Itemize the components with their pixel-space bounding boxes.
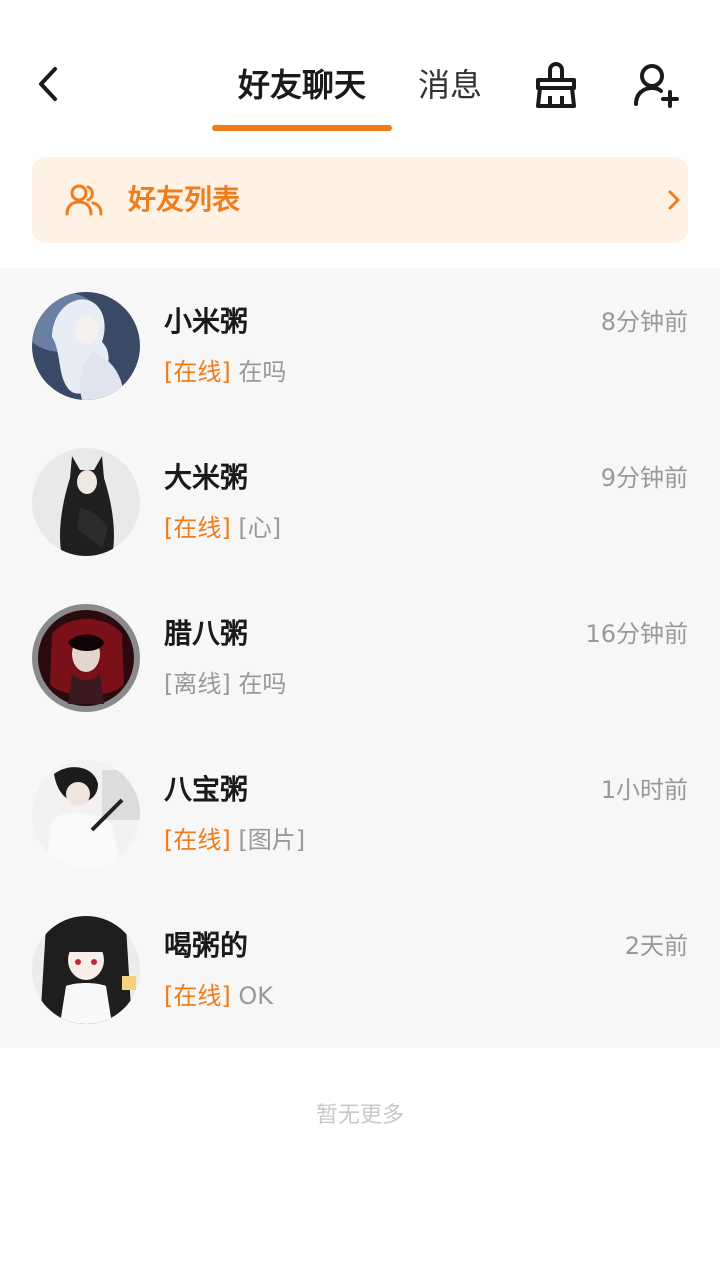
chat-list: 小米粥 8分钟前 [在线] 在吗 大米粥 9分钟前 [在线] [心] 腊八粥 1… (0, 268, 720, 1048)
online-status: [在线] (164, 514, 231, 542)
last-message: [图片] (238, 826, 306, 854)
chat-item[interactable]: 大米粥 9分钟前 [在线] [心] (0, 424, 720, 580)
last-message: 在吗 (238, 670, 287, 698)
avatar (32, 916, 140, 1024)
tab-messages[interactable]: 消息 (418, 60, 482, 110)
chevron-right-icon (668, 190, 680, 210)
last-message: [心] (238, 514, 282, 542)
chat-name: 腊八粥 (164, 617, 249, 650)
add-user-icon (634, 64, 679, 108)
chat-item[interactable]: 小米粥 8分钟前 [在线] 在吗 (0, 268, 720, 424)
active-tab-indicator (212, 125, 392, 131)
friend-list-banner[interactable]: 好友列表 (32, 157, 688, 243)
offline-status: [离线] (164, 670, 231, 698)
chat-preview: [在线] OK (164, 976, 273, 1016)
chat-name: 喝粥的 (164, 929, 249, 962)
chat-name: 八宝粥 (164, 773, 249, 806)
online-status: [在线] (164, 826, 231, 854)
chat-item[interactable]: 喝粥的 2天前 [在线] OK (0, 892, 720, 1048)
friend-list-label: 好友列表 (128, 183, 241, 216)
last-message: OK (238, 982, 274, 1010)
online-status: [在线] (164, 982, 231, 1010)
avatar (32, 760, 140, 868)
online-status: [在线] (164, 358, 231, 386)
back-button[interactable] (28, 62, 68, 106)
chat-time: 16分钟前 (585, 620, 688, 648)
chevron-left-icon (39, 67, 57, 101)
add-friend-button[interactable] (628, 58, 684, 114)
avatar (32, 604, 140, 712)
avatar (32, 292, 140, 400)
chat-time: 1小时前 (600, 776, 688, 804)
clean-button[interactable] (528, 58, 584, 114)
no-more-label: 暂无更多 (315, 1103, 404, 1128)
chat-time: 9分钟前 (600, 464, 688, 492)
chat-time: 2天前 (624, 932, 688, 960)
chat-item[interactable]: 八宝粥 1小时前 [在线] [图片] (0, 736, 720, 892)
chat-time: 8分钟前 (600, 308, 688, 336)
chat-preview: [在线] 在吗 (164, 352, 286, 392)
chat-preview: [在线] [心] (164, 508, 281, 548)
header: 好友聊天 消息 (0, 0, 720, 140)
friends-icon (65, 184, 103, 216)
chat-preview: [在线] [图片] (164, 820, 305, 860)
chat-preview: [离线] 在吗 (164, 664, 286, 704)
tab-friend-chat[interactable]: 好友聊天 (212, 60, 392, 110)
chat-item[interactable]: 腊八粥 16分钟前 [离线] 在吗 (0, 580, 720, 736)
chat-name: 小米粥 (164, 305, 249, 338)
avatar (32, 448, 140, 556)
last-message: 在吗 (238, 358, 287, 386)
chat-name: 大米粥 (164, 461, 249, 494)
broom-icon (536, 62, 576, 108)
